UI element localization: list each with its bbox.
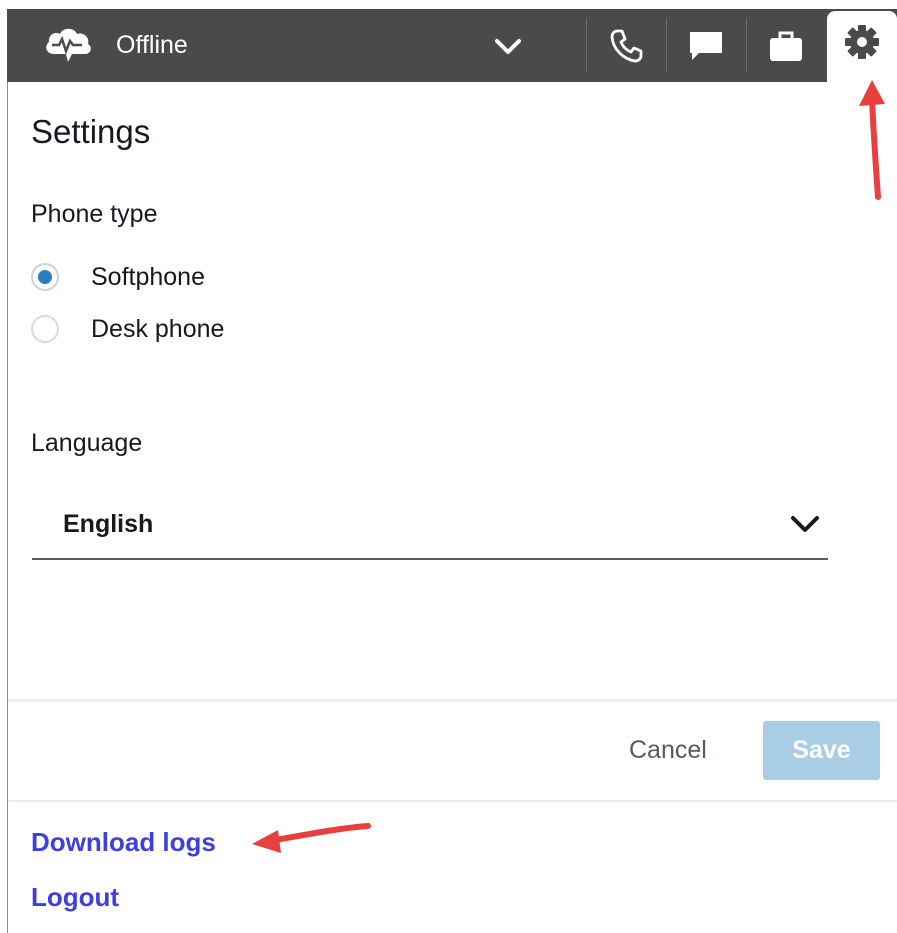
page-title: Settings	[31, 113, 151, 150]
save-button[interactable]: Save	[763, 721, 880, 780]
gear-icon	[845, 25, 879, 60]
chat-icon	[690, 32, 722, 60]
radio-desk-phone[interactable]: Desk phone	[31, 312, 224, 346]
language-label: Language	[31, 429, 143, 457]
briefcase-icon	[770, 31, 802, 61]
cloud-pulse-icon	[42, 24, 94, 66]
phone-icon	[610, 29, 643, 63]
phone-button[interactable]	[596, 19, 656, 73]
radio-softphone[interactable]: Softphone	[31, 260, 205, 294]
chevron-down-icon	[789, 513, 821, 540]
tasks-button[interactable]	[756, 19, 816, 73]
download-logs-link[interactable]: Download logs	[31, 827, 216, 858]
radio-button-selected[interactable]	[31, 263, 59, 291]
chevron-down-icon[interactable]	[492, 31, 524, 61]
ccp-panel: Offline Settings Phone type Softphone De…	[7, 9, 897, 933]
divider	[8, 800, 897, 802]
radio-label: Desk phone	[91, 314, 225, 343]
language-value: English	[63, 510, 154, 538]
radio-button[interactable]	[31, 315, 59, 343]
language-select[interactable]: English	[32, 499, 828, 560]
divider	[8, 699, 897, 702]
logout-link[interactable]: Logout	[31, 882, 119, 913]
toolbar-separator	[586, 18, 587, 72]
agent-status-label[interactable]: Offline	[116, 31, 188, 60]
panel-border	[7, 82, 8, 933]
toolbar-separator	[746, 18, 747, 72]
top-bar: Offline	[7, 9, 897, 82]
settings-tab[interactable]	[827, 11, 897, 82]
chat-button[interactable]	[676, 19, 736, 73]
radio-label: Softphone	[91, 262, 205, 291]
toolbar-separator	[666, 18, 667, 72]
phone-type-label: Phone type	[31, 200, 158, 228]
cancel-button[interactable]: Cancel	[629, 736, 707, 765]
